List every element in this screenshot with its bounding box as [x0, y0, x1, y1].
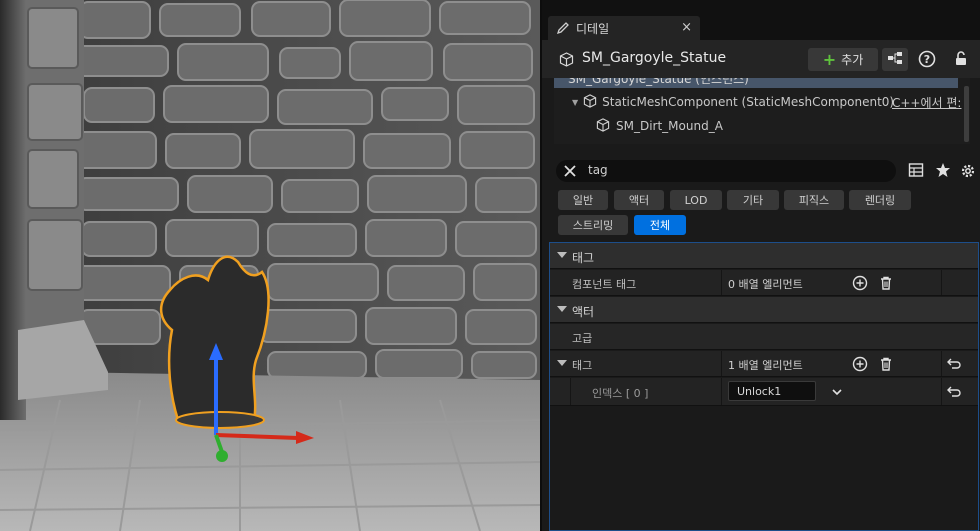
- category-actor-label: 액터: [572, 305, 595, 319]
- svg-text:?: ?: [924, 53, 930, 66]
- blueprint-button[interactable]: [882, 48, 908, 71]
- category-tags-label: 태그: [572, 251, 595, 265]
- component-tree: SM_Gargoyle_Statue (인스턴스) ▼ StaticMeshCo…: [554, 78, 970, 144]
- tree-expand-icon[interactable]: ▼: [572, 98, 578, 107]
- collapse-arrow-icon[interactable]: [557, 360, 567, 366]
- details-tab-label: 디테일: [576, 21, 610, 36]
- tree-root-row[interactable]: SM_Gargoyle_Statue (인스턴스): [554, 78, 958, 88]
- advanced-label: 고급: [572, 332, 593, 345]
- tree-component-label: StaticMeshComponent (StaticMeshComponent…: [602, 95, 895, 109]
- add-component-label: 추가: [841, 53, 864, 67]
- tree-root-label: SM_Gargoyle_Statue (인스턴스): [568, 78, 749, 86]
- plus-icon: +: [822, 49, 837, 69]
- chevron-down-icon[interactable]: [829, 384, 845, 400]
- wall-stones: [69, 0, 537, 379]
- actor-header: SM_Gargoyle_Statue: [542, 40, 980, 78]
- help-icon: ?: [918, 50, 936, 71]
- add-element-icon[interactable]: [852, 275, 868, 291]
- component-tags-row: 컴포넌트 태그 0 배열 엘리먼트: [550, 270, 978, 296]
- tag-index-row: 인덱스 [ 0 ] Unlock1: [550, 378, 978, 406]
- index-label: 인덱스 [ 0 ]: [592, 387, 649, 400]
- category-tags-row[interactable]: 태그: [550, 243, 978, 269]
- tags-value: 1 배열 엘리먼트: [728, 359, 803, 372]
- child-cube-icon: [596, 117, 610, 135]
- unlock-icon: [953, 50, 969, 69]
- reset-column-divider: [941, 270, 942, 295]
- filter-rendering[interactable]: 렌더링: [849, 190, 911, 210]
- filter-actor[interactable]: 액터: [614, 190, 664, 210]
- details-panel: 디테일 × SM_Gargoyle_Statue + 추가 ? SM_Gargo…: [540, 0, 980, 531]
- category-actor-row[interactable]: 액터: [550, 297, 978, 323]
- blueprint-icon: [887, 51, 903, 68]
- editor-window: 디테일 × SM_Gargoyle_Statue + 추가 ? SM_Gargo…: [0, 0, 980, 531]
- clear-search-icon[interactable]: [561, 162, 579, 180]
- column-divider[interactable]: [721, 270, 722, 295]
- table-view-icon[interactable]: [908, 162, 926, 180]
- help-button[interactable]: ?: [917, 50, 937, 70]
- filter-general[interactable]: 일반: [558, 190, 608, 210]
- tag-value-input[interactable]: Unlock1: [728, 381, 816, 401]
- filter-physics[interactable]: 피직스: [784, 190, 844, 210]
- details-tab[interactable]: 디테일 ×: [548, 16, 700, 40]
- favorite-star-icon[interactable]: [935, 162, 953, 180]
- search-input-value[interactable]: tag: [588, 163, 608, 177]
- lock-button[interactable]: [952, 50, 970, 68]
- tree-component-row[interactable]: ▼ StaticMeshComponent (StaticMeshCompone…: [554, 91, 961, 113]
- close-tab-icon[interactable]: ×: [681, 20, 692, 35]
- filter-streaming[interactable]: 스트리밍: [558, 215, 628, 235]
- advanced-row[interactable]: 고급: [550, 324, 978, 350]
- trash-icon[interactable]: [878, 275, 894, 291]
- pillar-blocks: [27, 7, 83, 291]
- tree-scrollbar[interactable]: [964, 86, 969, 142]
- indent-guide: [570, 378, 571, 405]
- reset-column-divider: [941, 351, 942, 376]
- level-viewport[interactable]: [0, 0, 540, 531]
- component-tags-label: 컴포넌트 태그: [572, 278, 637, 291]
- tree-child-label: SM_Dirt_Mound_A: [616, 119, 723, 133]
- trash-icon[interactable]: [878, 356, 894, 372]
- collapse-arrow-icon[interactable]: [557, 306, 567, 312]
- collapse-arrow-icon[interactable]: [557, 252, 567, 258]
- reset-to-default-icon[interactable]: [945, 384, 961, 400]
- reset-to-default-icon[interactable]: [945, 356, 961, 372]
- property-table: 태그 컴포넌트 태그 0 배열 엘리먼트 액터 고급 태그 1 배열 엘리먼트 …: [549, 242, 979, 531]
- settings-gear-icon[interactable]: [959, 162, 977, 180]
- tab-bar: 디테일 ×: [542, 0, 980, 40]
- column-divider[interactable]: [721, 351, 722, 376]
- tree-child-row[interactable]: SM_Dirt_Mound_A: [554, 115, 958, 137]
- column-divider[interactable]: [721, 378, 722, 405]
- edit-in-cpp-link[interactable]: C++에서 편:: [892, 94, 961, 111]
- filter-misc[interactable]: 기타: [727, 190, 779, 210]
- search-field[interactable]: tag: [556, 160, 896, 182]
- add-element-icon[interactable]: [852, 356, 868, 372]
- filter-lod[interactable]: LOD: [670, 190, 722, 210]
- static-mesh-actor-icon: [559, 52, 574, 70]
- component-cube-icon: [583, 93, 597, 111]
- tags-row: 태그 1 배열 엘리먼트: [550, 351, 978, 377]
- pencil-icon: [556, 21, 570, 35]
- component-tags-value: 0 배열 엘리먼트: [728, 278, 803, 291]
- filter-all[interactable]: 전체: [634, 215, 686, 235]
- viewport-scene: [0, 0, 540, 531]
- reset-column-divider: [941, 378, 942, 405]
- add-component-button[interactable]: + 추가: [808, 48, 878, 71]
- tags-label: 태그: [572, 359, 593, 372]
- actor-name: SM_Gargoyle_Statue: [582, 50, 727, 66]
